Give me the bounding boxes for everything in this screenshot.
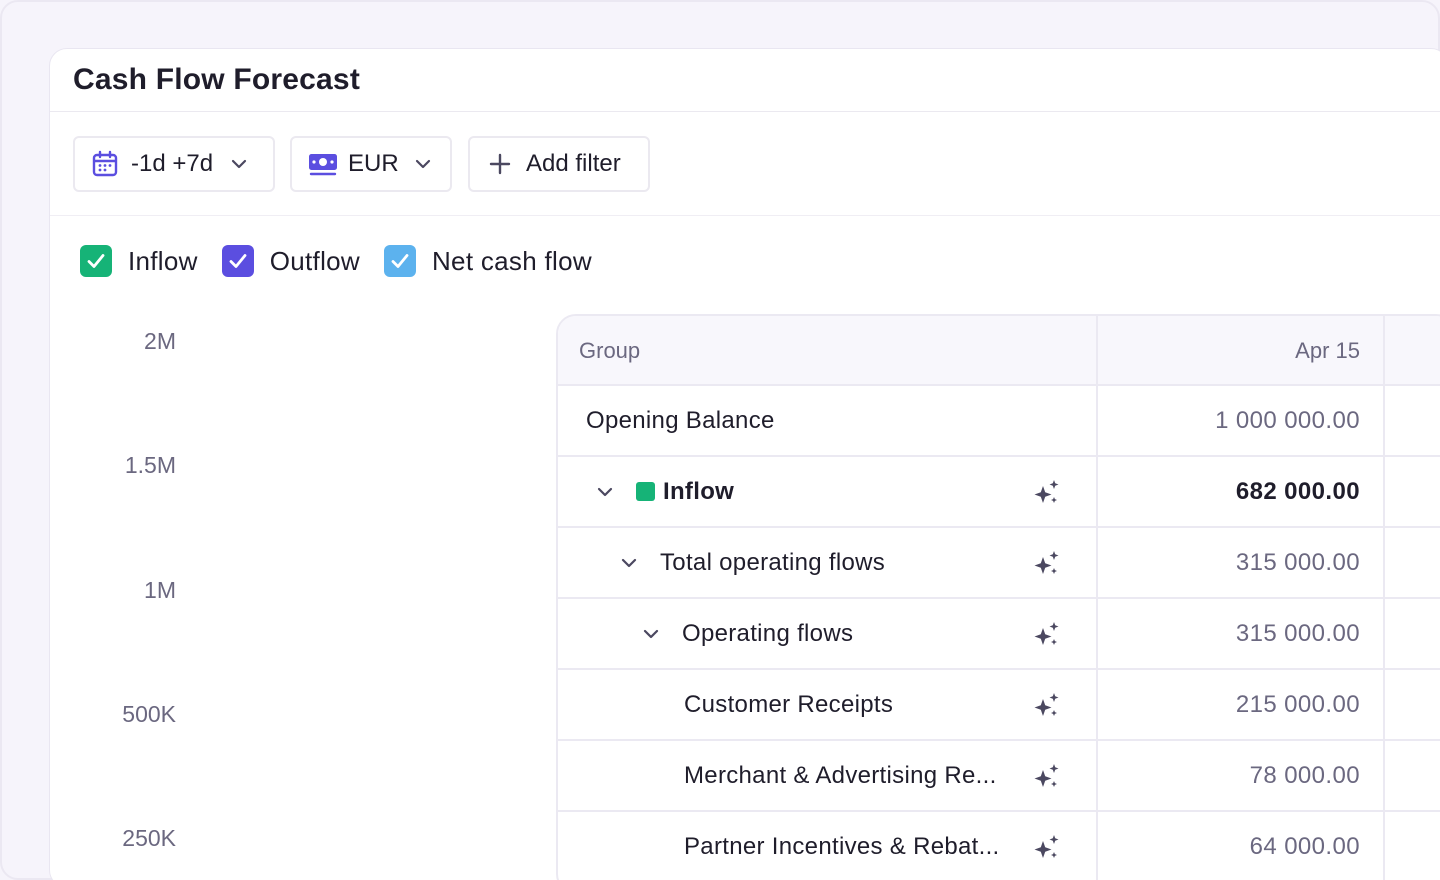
row-value: 315 000.00 bbox=[1235, 619, 1360, 647]
net-cash-flow-checkbox[interactable] bbox=[383, 245, 416, 277]
legend-label-outflow: Outflow bbox=[269, 245, 360, 276]
sparkle-icon[interactable] bbox=[1032, 833, 1062, 863]
row-label-cell: Partner Incentives & Rebat... bbox=[684, 812, 1000, 880]
title-bar: Cash Flow Forecast bbox=[50, 49, 1440, 112]
row-label-cell: Total operating flows bbox=[618, 528, 885, 597]
legend-net-cash-flow[interactable]: Net cash flow bbox=[383, 245, 592, 277]
y-tick-label: 2M bbox=[144, 328, 176, 354]
forecast-table: Group Apr 15 Opening Balance 1 000 000.00… bbox=[556, 314, 1440, 880]
row-value: 682 000.00 bbox=[1235, 477, 1360, 505]
sparkle-icon[interactable] bbox=[1032, 762, 1062, 792]
row-value: 64 000.00 bbox=[1249, 832, 1360, 860]
currency-button[interactable]: EUR bbox=[290, 136, 452, 192]
y-tick-label: 1.5M bbox=[124, 452, 176, 478]
column-header-date[interactable]: Apr 15 bbox=[1098, 338, 1360, 364]
outflow-checkbox[interactable] bbox=[221, 245, 254, 277]
chart-legend: Inflow Outflow Net cash flow bbox=[80, 243, 616, 279]
add-filter-label: Add filter bbox=[526, 150, 621, 177]
row-value: 215 000.00 bbox=[1235, 690, 1360, 718]
row-label: Customer Receipts bbox=[684, 690, 894, 718]
sparkle-icon[interactable] bbox=[1032, 549, 1062, 579]
row-label: Inflow bbox=[663, 477, 735, 505]
column-divider bbox=[1383, 316, 1385, 880]
table-row[interactable]: Partner Incentives & Rebat... 64 000.00 bbox=[558, 812, 1440, 880]
row-label: Total operating flows bbox=[660, 548, 886, 576]
add-filter-button[interactable]: Add filter bbox=[468, 136, 650, 192]
row-label-cell: Merchant & Advertising Re... bbox=[684, 741, 997, 810]
table-row[interactable]: Operating flows 315 000.00 bbox=[558, 599, 1440, 670]
chevron-down-icon bbox=[415, 159, 430, 169]
sparkle-icon[interactable] bbox=[1032, 620, 1062, 650]
page-title: Cash Flow Forecast bbox=[73, 63, 361, 96]
date-range-button[interactable]: -1d +7d bbox=[73, 136, 275, 192]
row-value: 78 000.00 bbox=[1249, 761, 1360, 789]
sparkle-icon[interactable] bbox=[1032, 691, 1062, 721]
table-row[interactable]: Inflow 682 000.00 bbox=[558, 457, 1440, 528]
row-value: 1 000 000.00 bbox=[1215, 406, 1360, 434]
check-icon bbox=[229, 254, 247, 268]
inflow-checkbox[interactable] bbox=[80, 245, 112, 277]
table-row[interactable]: Merchant & Advertising Re... 78 000.00 bbox=[558, 741, 1440, 812]
legend-inflow[interactable]: Inflow bbox=[80, 245, 198, 277]
row-value: 315 000.00 bbox=[1235, 548, 1360, 576]
row-label: Partner Incentives & Rebat... bbox=[684, 832, 1000, 860]
row-label: Opening Balance bbox=[586, 406, 775, 434]
currency-label: EUR bbox=[348, 150, 399, 177]
row-label-cell: Operating flows bbox=[640, 599, 853, 668]
table-row[interactable]: Total operating flows 315 000.00 bbox=[558, 528, 1440, 599]
calendar-icon bbox=[92, 150, 118, 177]
legend-outflow[interactable]: Outflow bbox=[221, 245, 360, 277]
table-row[interactable]: Customer Receipts 215 000.00 bbox=[558, 670, 1440, 741]
legend-label-net-cash-flow: Net cash flow bbox=[431, 245, 592, 276]
chevron-down-icon[interactable] bbox=[640, 623, 662, 645]
table-row[interactable]: Opening Balance 1 000 000.00 bbox=[558, 386, 1440, 457]
legend-label-inflow: Inflow bbox=[128, 245, 198, 276]
column-divider bbox=[1096, 316, 1098, 880]
chevron-down-icon[interactable] bbox=[594, 481, 616, 503]
row-label: Merchant & Advertising Re... bbox=[684, 761, 997, 789]
chevron-down-icon bbox=[231, 159, 247, 169]
row-label-cell: Customer Receipts bbox=[684, 670, 893, 739]
check-icon bbox=[391, 254, 409, 268]
toolbar: -1d +7d EUR Add filter bbox=[50, 112, 1440, 216]
row-label-cell: Opening Balance bbox=[586, 386, 775, 455]
column-header-group[interactable]: Group bbox=[579, 338, 640, 364]
sparkle-icon[interactable] bbox=[1032, 478, 1062, 508]
y-tick-label: 500K bbox=[122, 701, 176, 727]
y-tick-label: 1M bbox=[144, 577, 176, 603]
y-tick-label: 250K bbox=[122, 825, 176, 851]
date-range-label: -1d +7d bbox=[131, 150, 214, 177]
table-header: Group Apr 15 bbox=[558, 316, 1440, 386]
check-icon bbox=[87, 254, 105, 268]
inflow-color-swatch bbox=[636, 482, 655, 501]
chevron-down-icon[interactable] bbox=[618, 552, 640, 574]
plus-icon bbox=[489, 153, 511, 175]
row-label-cell: Inflow bbox=[594, 457, 734, 526]
row-label: Operating flows bbox=[682, 619, 854, 647]
money-icon bbox=[309, 154, 337, 176]
